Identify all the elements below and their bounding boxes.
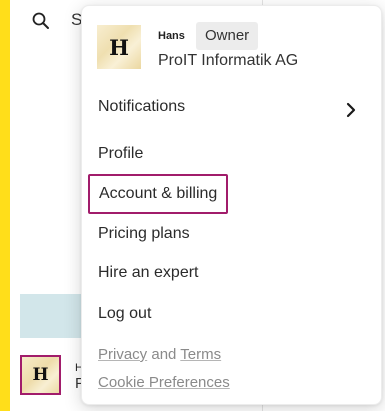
search-icon[interactable]	[31, 11, 51, 31]
privacy-link[interactable]: Privacy	[98, 346, 147, 363]
cookie-preferences-link[interactable]: Cookie Preferences	[98, 374, 230, 391]
accent-strip	[0, 0, 10, 411]
menu-item-label: Log out	[98, 305, 152, 322]
terms-link[interactable]: Terms	[180, 346, 221, 363]
legal-links: Privacy and Terms	[98, 346, 221, 363]
menu-item-label: Hire an expert	[98, 264, 199, 281]
chevron-right-icon[interactable]	[345, 102, 357, 118]
menu-item-label: Notifications	[98, 98, 186, 115]
highlight-block	[20, 294, 82, 338]
menu-item-label: Pricing plans	[98, 225, 190, 242]
app-screen: S H H P H Hans Owner ProIT Informatik AG…	[0, 0, 385, 411]
menu-item-notifications[interactable]: Notifications	[98, 98, 185, 116]
role-badge: Owner	[196, 22, 259, 50]
menu-item-label: Profile	[98, 145, 144, 162]
avatar: H	[97, 25, 141, 69]
menu-item-hire-expert[interactable]: Hire an expert	[98, 264, 199, 282]
menu-item-pricing-plans[interactable]: Pricing plans	[98, 225, 190, 243]
menu-item-profile[interactable]: Profile	[98, 145, 143, 163]
menu-item-label: Account & billing	[99, 185, 218, 202]
account-avatar-button[interactable]: H	[20, 355, 61, 395]
and-text: and	[151, 346, 177, 363]
account-menu: H Hans Owner ProIT Informatik AG Notific…	[81, 5, 382, 405]
menu-item-account-billing[interactable]: Account & billing	[88, 174, 229, 214]
organization-name: ProIT Informatik AG	[158, 52, 299, 69]
menu-item-log-out[interactable]: Log out	[98, 305, 151, 323]
user-name: Hans	[158, 30, 185, 42]
avatar-initial: H	[109, 34, 129, 60]
avatar-initial: H	[32, 365, 49, 385]
